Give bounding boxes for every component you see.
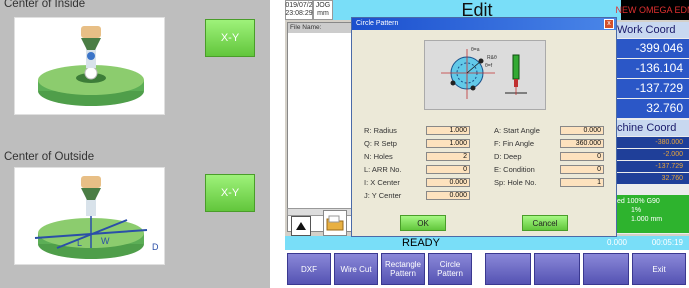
work-coord-heading: Work Coord	[613, 22, 689, 38]
center-of-inside-label: Center of Inside	[4, 0, 86, 10]
function-key-6[interactable]	[534, 253, 580, 285]
deep-input[interactable]: 0	[560, 152, 604, 161]
machine-y-value: -2.000	[613, 149, 689, 160]
function-key-5[interactable]	[485, 253, 531, 285]
diagram-radius-label: R&θ	[487, 55, 497, 61]
inside-xy-button[interactable]: X-Y	[205, 19, 255, 57]
outside-d-label: D	[152, 242, 159, 252]
fin-angle-label: F: Fin Angle	[494, 139, 535, 148]
feed-status-panel: ed 100% G90 1% 1.000 mm	[613, 195, 689, 233]
folder-icon	[326, 215, 344, 231]
edm-controller-screen: 2019/07/26 23:08:29 JOG mm Edit NEW OMEG…	[285, 0, 689, 288]
mode-box: JOG mm	[313, 0, 333, 20]
x-center-input[interactable]: 0.000	[426, 178, 470, 187]
date-text: 2019/07/26	[285, 2, 317, 9]
center-of-outside-label: Center of Outside	[4, 151, 95, 163]
outside-xy-button[interactable]: X-Y	[205, 174, 255, 212]
work-z-value: -137.729	[613, 79, 689, 98]
r-step-input[interactable]: 1.000	[426, 139, 470, 148]
condition-label: E: Condition	[494, 165, 535, 174]
file-list-panel[interactable]: File Name:	[287, 22, 354, 232]
r-step-label: Q: R Setp	[364, 139, 397, 148]
diagram-angle-start: θ=a	[471, 47, 480, 53]
exit-button[interactable]: Exit	[632, 253, 686, 285]
dxf-button[interactable]: DXF	[287, 253, 331, 285]
center-inside-illustration	[38, 26, 144, 106]
left-help-panel: Center of Inside X-Y Center of Outside L…	[0, 0, 270, 288]
coordinate-panel: Work Coord -399.046 -136.104 -137.729 32…	[613, 22, 689, 234]
y-center-label: J: Y Center	[364, 191, 402, 200]
feed-line-2: 1%	[631, 207, 642, 214]
center-outside-illustration: L W D	[34, 176, 159, 259]
holes-label: N: Holes	[364, 152, 393, 161]
arr-no-input[interactable]: 0	[426, 165, 470, 174]
wire-cut-button[interactable]: Wire Cut	[334, 253, 378, 285]
status-bar: READY 0.000 00:05:19	[285, 236, 689, 250]
diagram-angle-final: θ=f	[485, 63, 493, 69]
y-center-input[interactable]: 0.000	[426, 191, 470, 200]
radius-label: R: Radius	[364, 126, 397, 135]
arr-no-label: L: ARR No.	[364, 165, 402, 174]
dialog-title-bar: Circle Pattern x	[352, 18, 616, 30]
machine-c-value: 32.760	[613, 173, 689, 184]
open-folder-button[interactable]	[323, 210, 347, 236]
brand-logo: NEW OMEGA EDM	[616, 0, 689, 20]
deep-label: D: Deep	[494, 152, 522, 161]
hole-no-label: Sp: Hole No.	[494, 178, 537, 187]
hole-no-input[interactable]: 1	[560, 178, 604, 187]
function-key-7[interactable]	[583, 253, 629, 285]
triangle-up-icon	[296, 222, 306, 230]
work-c-value: 32.760	[613, 99, 689, 118]
holes-input[interactable]: 2	[426, 152, 470, 161]
outside-l-label: L	[77, 238, 82, 248]
feed-line-3: 1.000 mm	[631, 216, 663, 223]
panel-gap	[270, 0, 285, 288]
radius-input[interactable]: 1.000	[426, 126, 470, 135]
cancel-button[interactable]: Cancel	[522, 215, 568, 231]
center-outside-image: L W D	[14, 167, 165, 265]
ready-status: READY	[402, 237, 440, 249]
work-x-value: -399.046	[613, 39, 689, 58]
close-icon[interactable]: x	[604, 19, 614, 29]
elapsed-timer: 00:05:19	[651, 238, 683, 247]
circle-pattern-button[interactable]: Circle Pattern	[428, 253, 472, 285]
machine-z-value: -137.729	[613, 161, 689, 172]
machine-coord-heading: chine Coord	[613, 120, 689, 136]
ok-button[interactable]: OK	[400, 215, 446, 231]
mode-text: JOG	[315, 2, 331, 9]
scroll-up-button[interactable]	[291, 216, 311, 236]
machine-x-value: -380.000	[613, 137, 689, 148]
datetime-box: 2019/07/26 23:08:29	[285, 0, 317, 20]
outside-w-label: W	[101, 236, 110, 246]
time-text: 23:08:29	[285, 10, 313, 17]
circle-pattern-diagram: θ=a θ=f R&θ	[424, 40, 546, 110]
x-center-label: I: X Center	[364, 178, 400, 187]
condition-input[interactable]: 0	[560, 165, 604, 174]
start-angle-label: A: Start Angle	[494, 126, 540, 135]
pattern-diagram-graphic: θ=a θ=f R&θ	[441, 47, 527, 99]
center-inside-image	[14, 17, 165, 115]
rectangle-pattern-button[interactable]: Rectangle Pattern	[381, 253, 425, 285]
file-name-heading: File Name:	[288, 23, 353, 33]
work-y-value: -136.104	[613, 59, 689, 78]
start-angle-input[interactable]: 0.000	[560, 126, 604, 135]
feed-line-1: ed 100% G90	[617, 198, 660, 205]
unit-text: mm	[317, 10, 329, 17]
status-value: 0.000	[606, 238, 627, 247]
dialog-title: Circle Pattern	[356, 20, 399, 27]
circle-pattern-dialog: Circle Pattern x θ=a θ=f R&θ R: Radius 1…	[351, 17, 617, 237]
fin-angle-input[interactable]: 360.000	[560, 139, 604, 148]
function-key-bar: DXF Wire Cut Rectangle Pattern Circle Pa…	[285, 250, 689, 288]
